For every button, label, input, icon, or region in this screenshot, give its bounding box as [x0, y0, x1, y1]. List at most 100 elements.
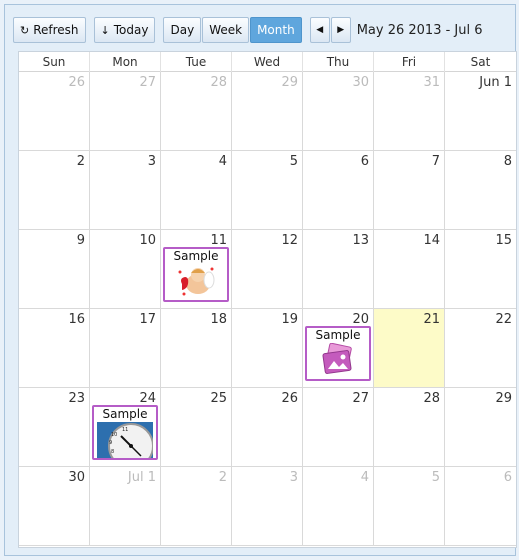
day-cell-today[interactable]: 21 — [374, 309, 445, 388]
weekday-tue: Tue — [161, 52, 232, 72]
day-cell[interactable]: 27 — [303, 388, 374, 467]
day-cell-other-month[interactable]: 31 — [374, 72, 445, 151]
day-cell[interactable]: 23 — [19, 388, 90, 467]
day-number: 9 — [76, 233, 85, 248]
day-number: 18 — [210, 312, 227, 327]
day-number: 5 — [431, 470, 440, 485]
next-button[interactable]: ▶ — [330, 17, 351, 43]
refresh-icon: ↻ — [20, 23, 30, 37]
caret-right-icon: ▶ — [337, 25, 345, 35]
today-button[interactable]: ↓ Today — [93, 17, 156, 43]
day-number: 19 — [281, 312, 298, 327]
day-cell[interactable]: 12 — [232, 230, 303, 309]
day-number: 13 — [352, 233, 369, 248]
day-cell-other-month[interactable]: 27 — [90, 72, 161, 151]
day-cell-other-month[interactable]: 4 — [303, 467, 374, 546]
calendar-widget: ↻ Refresh ↓ Today Day Week Month ◀ ▶ May… — [4, 4, 517, 556]
calendar-event[interactable]: Sample — [163, 247, 229, 302]
day-cell[interactable]: 13 — [303, 230, 374, 309]
day-number: 8 — [503, 154, 512, 169]
day-cell[interactable]: Jun 1 — [445, 72, 516, 151]
day-cell-other-month[interactable]: 6 — [445, 467, 516, 546]
day-number: 15 — [495, 233, 512, 248]
event-title: Sample — [315, 328, 361, 342]
day-number: 17 — [139, 312, 156, 327]
day-cell-other-month[interactable]: Jul 1 — [90, 467, 161, 546]
day-cell[interactable]: 5 — [232, 151, 303, 230]
weekday-header: Sun Mon Tue Wed Thu Fri Sat — [19, 52, 516, 72]
day-cell[interactable]: 3 — [90, 151, 161, 230]
day-number: 3 — [289, 470, 298, 485]
day-cell[interactable]: 7 — [374, 151, 445, 230]
day-number: 26 — [281, 391, 298, 406]
date-range-label: May 26 2013 - Jul 6 — [356, 22, 483, 38]
day-cell-other-month[interactable]: 30 — [303, 72, 374, 151]
day-number: 4 — [218, 154, 227, 169]
day-cell[interactable]: 19 — [232, 309, 303, 388]
day-cell-other-month[interactable]: 3 — [232, 467, 303, 546]
refresh-button[interactable]: ↻ Refresh — [13, 17, 86, 43]
day-cell-other-month[interactable]: 5 — [374, 467, 445, 546]
day-cell[interactable]: 25 — [161, 388, 232, 467]
day-cell[interactable]: 30 — [19, 467, 90, 546]
calendar-event[interactable]: Sample 10 9 8 11 — [92, 405, 158, 460]
day-cell[interactable]: 24 Sample 10 9 8 11 — [90, 388, 161, 467]
arrow-down-icon: ↓ — [100, 23, 110, 37]
day-number: 7 — [431, 154, 440, 169]
day-cell[interactable]: 22 — [445, 309, 516, 388]
week-view-button[interactable]: Week — [202, 17, 250, 43]
day-cell-other-month[interactable]: 29 — [232, 72, 303, 151]
day-number: Jul 1 — [127, 470, 156, 485]
weekday-sun: Sun — [19, 52, 90, 72]
day-cell[interactable]: 9 — [19, 230, 90, 309]
view-switcher: Day Week Month — [163, 17, 302, 43]
svg-text:9: 9 — [109, 440, 112, 446]
date-nav: ◀ ▶ — [309, 17, 351, 43]
day-cell[interactable]: 18 — [161, 309, 232, 388]
month-view-button[interactable]: Month — [250, 17, 302, 43]
day-cell[interactable]: 10 — [90, 230, 161, 309]
day-number: 28 — [210, 75, 227, 90]
day-cell-other-month[interactable]: 26 — [19, 72, 90, 151]
day-number: 2 — [76, 154, 85, 169]
day-number: 16 — [68, 312, 85, 327]
day-cell[interactable]: 26 — [232, 388, 303, 467]
day-cell[interactable]: 20 Sample — [303, 309, 374, 388]
day-cell[interactable]: 29 — [445, 388, 516, 467]
day-number: 30 — [352, 75, 369, 90]
day-cell[interactable]: 2 — [19, 151, 90, 230]
svg-text:10: 10 — [111, 432, 117, 438]
day-number: 22 — [495, 312, 512, 327]
day-number: 27 — [352, 391, 369, 406]
calendar-event[interactable]: Sample — [305, 326, 371, 381]
prev-button[interactable]: ◀ — [309, 17, 330, 43]
today-label: Today — [113, 23, 149, 37]
day-cell[interactable]: 11 Sample — [161, 230, 232, 309]
day-number: 20 — [352, 312, 369, 327]
day-cell[interactable]: 16 — [19, 309, 90, 388]
day-number: 3 — [147, 154, 156, 169]
day-number: 29 — [281, 75, 298, 90]
day-view-button[interactable]: Day — [163, 17, 202, 43]
refresh-label: Refresh — [33, 23, 79, 37]
day-number: 30 — [68, 470, 85, 485]
svg-text:8: 8 — [111, 449, 114, 455]
day-cell[interactable]: 28 — [374, 388, 445, 467]
day-number: 6 — [503, 470, 512, 485]
day-number: 29 — [495, 391, 512, 406]
event-title: Sample — [173, 249, 219, 263]
day-number: 27 — [139, 75, 156, 90]
day-cell[interactable]: 4 — [161, 151, 232, 230]
day-number: Jun 1 — [479, 75, 512, 90]
day-cell[interactable]: 15 — [445, 230, 516, 309]
day-cell[interactable]: 14 — [374, 230, 445, 309]
day-number: 31 — [423, 75, 440, 90]
day-cell[interactable]: 6 — [303, 151, 374, 230]
day-cell-other-month[interactable]: 28 — [161, 72, 232, 151]
day-cell[interactable]: 8 — [445, 151, 516, 230]
photo-gallery-icon — [307, 343, 369, 377]
event-title: Sample — [102, 407, 148, 421]
weekday-wed: Wed — [232, 52, 303, 72]
day-cell-other-month[interactable]: 2 — [161, 467, 232, 546]
day-cell[interactable]: 17 — [90, 309, 161, 388]
